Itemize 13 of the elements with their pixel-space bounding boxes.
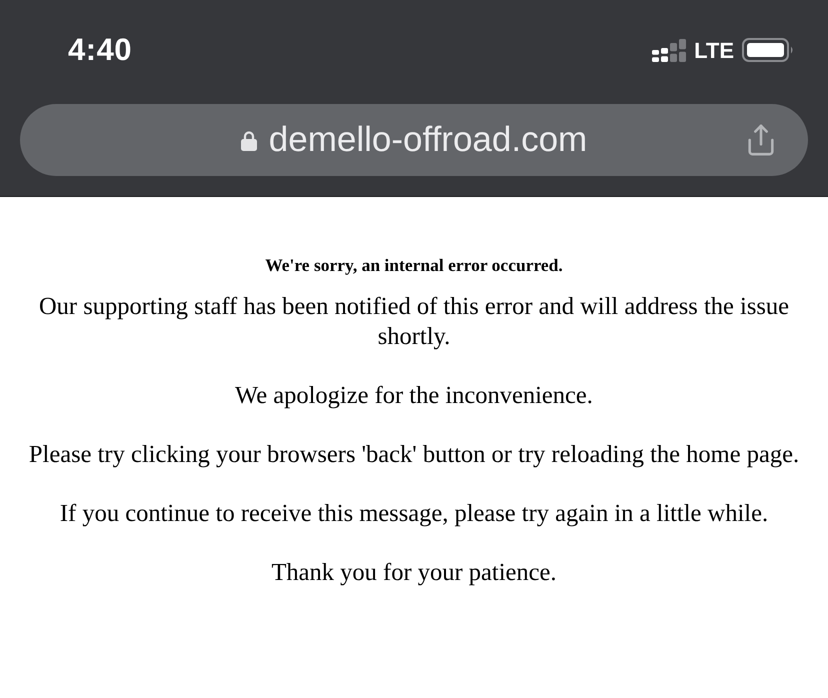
error-message: Our supporting staff has been notified of this error and will address the issue shortly. [38,292,790,351]
error-message: Thank you for your patience. [271,558,557,587]
error-message: Please try clicking your browsers 'back' button or try reloading the home page. [28,440,800,469]
network-label: LTE [694,36,734,64]
error-message: If you continue to receive this message, please try again in a little while. [60,498,768,528]
error-message: We apologize for the inconvenience. [235,380,593,410]
signal-icon [652,38,686,62]
error-heading: We're sorry, an internal error occurred. [265,254,563,276]
address-bar[interactable]: demello-offroad.com [20,104,808,176]
battery-icon [742,38,794,62]
status-time: 4:40 [68,30,132,69]
url-text: demello-offroad.com [268,120,588,160]
lock-icon [240,130,257,150]
